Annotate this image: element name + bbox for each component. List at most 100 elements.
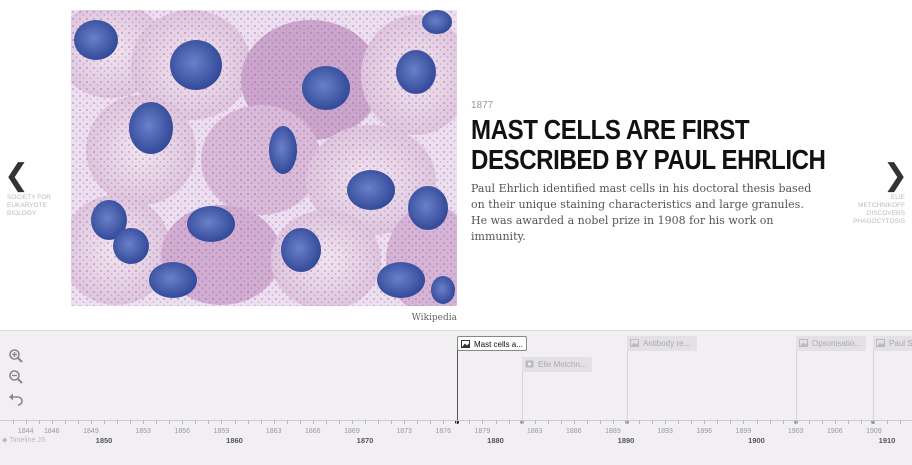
axis-tick (573, 420, 575, 424)
slide-text: 1877 Mast cells are first described by P… (471, 100, 831, 245)
timeline-attribution[interactable]: ◆ Timeline JS (2, 436, 46, 444)
axis-minor-label: 1869 (344, 428, 360, 435)
axis-minor-label: 1876 (435, 428, 452, 435)
axis-tick (847, 420, 849, 424)
axis-tick (743, 420, 745, 424)
marker-label: Paul S... (889, 339, 912, 348)
timeline-marker[interactable]: Antibody re... (627, 336, 697, 351)
axis-tick (130, 420, 132, 424)
axis-minor-label: 1844 (17, 428, 34, 435)
axis-tick (469, 420, 471, 424)
axis-tick (38, 420, 40, 424)
axis-tick (299, 420, 301, 424)
axis-tick (273, 420, 275, 424)
microscope-image (71, 10, 457, 306)
axis-tick (482, 420, 484, 424)
axis-tick (208, 420, 210, 424)
axis-tick (521, 420, 523, 424)
axis-tick (652, 420, 654, 424)
timeline-marker[interactable]: Mast cells a... (457, 336, 527, 351)
timeline-marker[interactable]: Elie Metchn... (522, 357, 592, 372)
axis-minor-label: 1866 (305, 428, 321, 435)
axis-major-label: 1910 (878, 436, 896, 445)
axis-tick (221, 420, 223, 424)
axis-tick (821, 420, 823, 424)
axis-tick (25, 420, 27, 424)
axis-tick (612, 420, 614, 424)
zoom-in-icon (9, 349, 23, 363)
axis-tick (691, 420, 693, 424)
axis-minor-label: 1883 (526, 428, 543, 435)
axis-tick (404, 420, 406, 424)
slide-media-image (71, 10, 457, 306)
axis-minor-label: 1863 (265, 428, 282, 435)
axis-tick (182, 420, 184, 424)
axis-tick (834, 420, 836, 424)
axis-tick (769, 420, 771, 424)
axis-tick (560, 420, 562, 424)
axis-tick (756, 420, 758, 424)
image-icon (876, 339, 885, 347)
axis-minor-label: 1896 (696, 428, 713, 435)
axis-major-label: 1870 (356, 436, 374, 445)
back-to-start-button[interactable] (8, 391, 24, 407)
undo-arrow-icon (9, 393, 23, 406)
axis-tick (104, 420, 105, 424)
marker-label: Opsonisatio... (812, 339, 861, 348)
axis-tick (782, 420, 784, 424)
axis-tick (873, 420, 875, 424)
marker-label: Antibody re... (643, 339, 691, 348)
axis-tick (378, 420, 380, 424)
axis-tick (365, 420, 366, 424)
slide: Wikipedia 1877 Mast cells are first desc… (0, 0, 912, 330)
axis-tick (900, 420, 902, 424)
axis-tick (586, 420, 588, 424)
axis-tick (665, 420, 667, 424)
axis-tick (90, 420, 92, 424)
axis-tick (534, 420, 536, 424)
axis-tick (717, 420, 719, 424)
previous-slide-title: Society for eukaryote biology (7, 194, 51, 217)
zoom-out-button[interactable] (8, 369, 24, 385)
axis-minor-label: 1853 (135, 428, 151, 435)
timeline-marker[interactable]: Opsonisatio... (796, 336, 866, 351)
axis-tick (391, 420, 393, 424)
axis-tick (887, 420, 888, 424)
video-icon (525, 360, 534, 368)
axis-tick (51, 420, 53, 424)
axis-minor-label: 1899 (735, 428, 752, 435)
next-slide-button[interactable]: ❯ Elie Metchnikoff discovers phagocytosi… (848, 160, 908, 226)
axis-minor-label: 1873 (396, 428, 412, 435)
axis-tick (260, 420, 262, 424)
axis-tick (234, 420, 236, 424)
axis-tick (286, 420, 288, 424)
axis-tick (639, 420, 641, 424)
image-icon (630, 339, 639, 347)
zoom-out-icon (9, 370, 23, 384)
axis-major-label: 1860 (226, 436, 243, 445)
axis-minor-label: 1846 (44, 428, 60, 435)
image-icon (461, 340, 470, 348)
zoom-in-button[interactable] (8, 348, 24, 364)
axis-tick (338, 420, 340, 424)
axis-minor-label: 1909 (866, 428, 882, 435)
timeline-axis[interactable]: 1844 1846 1849 1853 1856 1859 1863 1866 1869 1873… (0, 420, 912, 464)
axis-tick (508, 420, 510, 424)
axis-tick (143, 420, 145, 424)
axis-tick (860, 420, 862, 424)
axis-tick (730, 420, 732, 424)
axis-major-label: 1900 (748, 436, 765, 445)
axis-minor-label: 1893 (657, 428, 673, 435)
axis-tick (12, 420, 14, 424)
axis-tick (495, 420, 497, 424)
axis-tick (351, 420, 353, 424)
axis-minor-label: 1849 (83, 428, 99, 435)
axis-tick (547, 420, 549, 424)
marker-label: Mast cells a... (474, 340, 523, 349)
axis-tick (312, 420, 314, 424)
axis-minor-label: 1859 (213, 428, 230, 435)
previous-slide-button[interactable]: ❮ Society for eukaryote biology (4, 160, 64, 218)
slide-date: 1877 (471, 100, 494, 111)
timeline-marker[interactable]: Paul S... (873, 336, 912, 351)
axis-tick (169, 420, 171, 424)
